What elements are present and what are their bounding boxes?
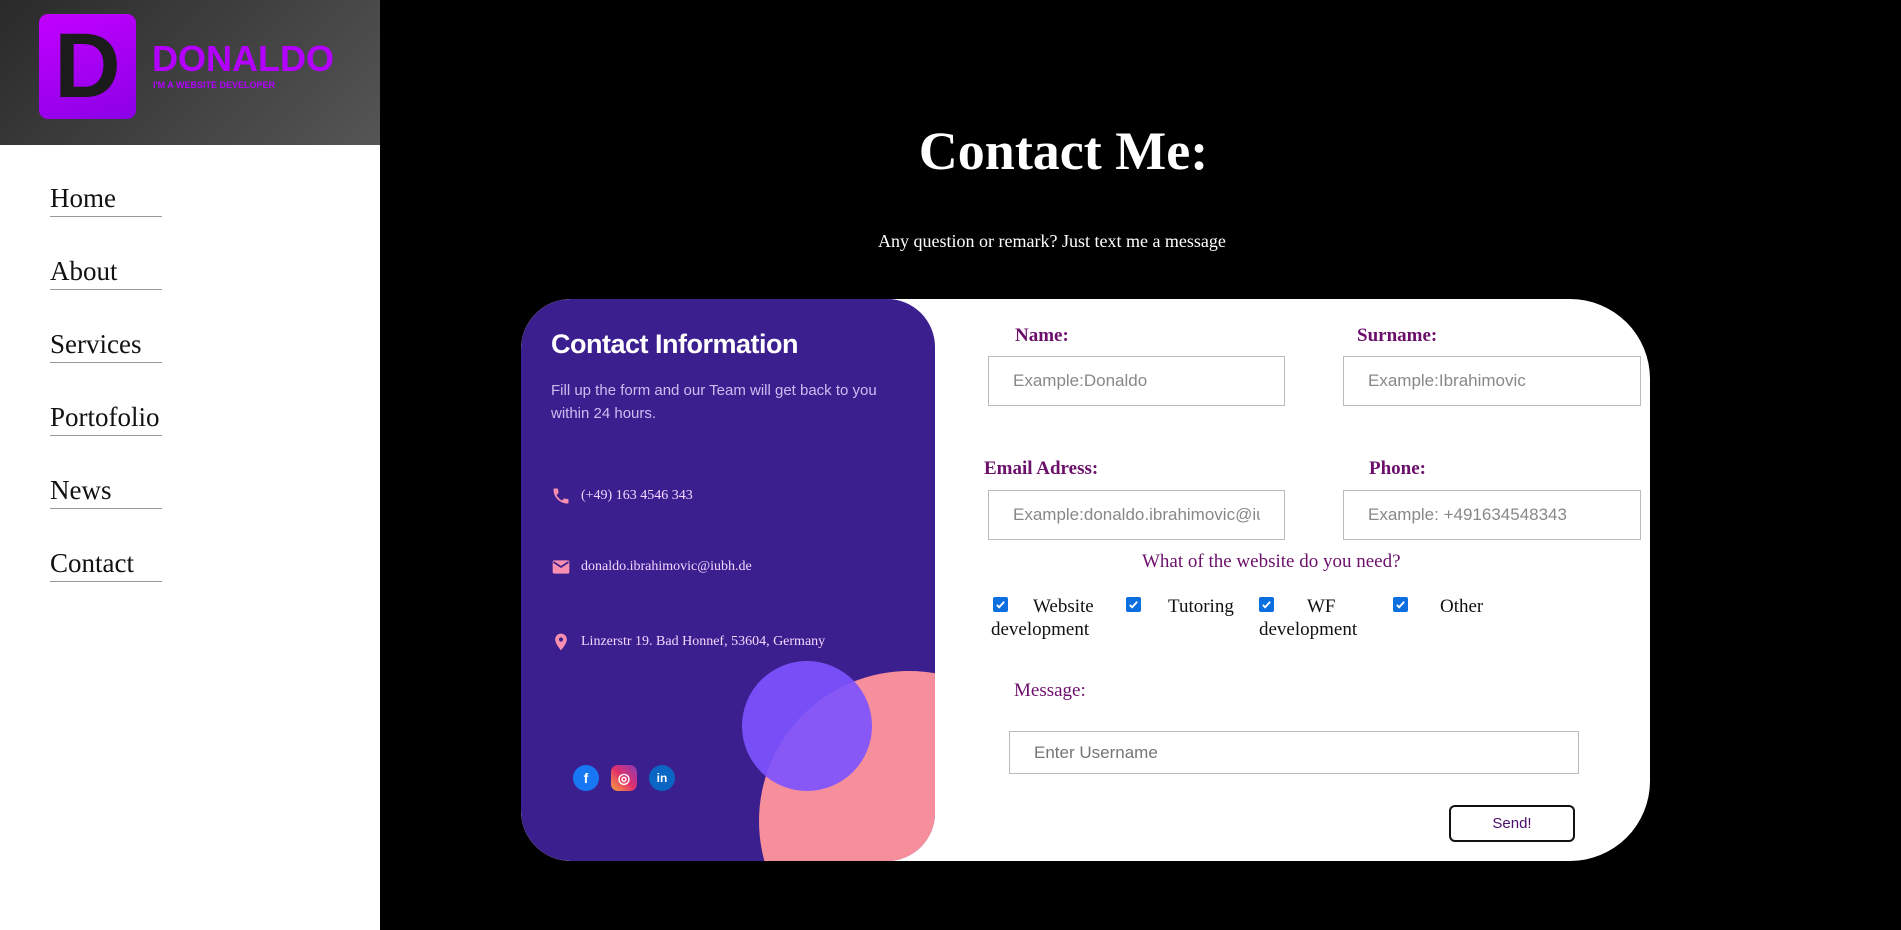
nav-item-about[interactable]: About bbox=[50, 253, 162, 290]
email-text: donaldo.ibrahimovic@iubh.de bbox=[581, 559, 752, 574]
checkbox-checked-icon[interactable] bbox=[1126, 597, 1141, 612]
nav-item-news[interactable]: News bbox=[50, 472, 162, 509]
contact-info-panel: Contact Information Fill up the form and… bbox=[521, 299, 935, 861]
contact-email: donaldo.ibrahimovic@iubh.de bbox=[551, 556, 752, 578]
message-label: Message: bbox=[1014, 680, 1086, 701]
email-label: Email Adress: bbox=[984, 458, 1099, 479]
phone-label: Phone: bbox=[1369, 458, 1426, 479]
facebook-icon[interactable]: f bbox=[573, 765, 599, 791]
contact-info-subtitle: Fill up the form and our Team will get b… bbox=[551, 382, 877, 422]
page-subtitle: Any question or remark? Just text me a m… bbox=[878, 231, 1226, 251]
option-other[interactable]: Other bbox=[1393, 595, 1483, 618]
decorative-violet-circle bbox=[742, 661, 872, 791]
option-website-development[interactable]: Website development bbox=[991, 595, 1123, 641]
phone-text: (+49) 163 4546 343 bbox=[581, 488, 693, 503]
logo-letter: D bbox=[54, 15, 121, 117]
email-input[interactable] bbox=[988, 490, 1285, 540]
mail-icon bbox=[551, 557, 571, 577]
brand-tagline: I'M A WEBSITE DEVELOPER bbox=[153, 80, 275, 90]
phone-input[interactable] bbox=[1343, 490, 1641, 540]
instagram-icon[interactable]: ◎ bbox=[611, 765, 637, 791]
name-input[interactable] bbox=[988, 356, 1285, 406]
address-text: Linzerstr 19. Bad Honnef, 53604, Germany bbox=[581, 634, 826, 649]
page-title: Contact Me: bbox=[918, 121, 1209, 181]
contact-info-title: Contact Information bbox=[551, 329, 799, 359]
option-label: WF development bbox=[1259, 596, 1358, 640]
location-pin-icon bbox=[551, 632, 571, 652]
brand-name: DONALDO bbox=[152, 38, 334, 79]
contact-card: Contact Information Fill up the form and… bbox=[521, 299, 1650, 861]
service-question: What of the website do you need? bbox=[1142, 551, 1401, 572]
nav-item-contact[interactable]: Contact bbox=[50, 545, 162, 582]
logo-badge[interactable]: D bbox=[39, 14, 136, 119]
nav-item-home[interactable]: Home bbox=[50, 180, 162, 217]
send-button[interactable]: Send! bbox=[1449, 805, 1575, 842]
nav-item-services[interactable]: Services bbox=[50, 326, 162, 363]
option-label: Website development bbox=[991, 596, 1094, 640]
option-wf-development[interactable]: WF development bbox=[1259, 595, 1374, 641]
social-links: f ◎ in bbox=[573, 765, 675, 791]
checkbox-checked-icon[interactable] bbox=[1393, 597, 1408, 612]
main-nav: Home About Services Portofolio News Cont… bbox=[50, 180, 162, 618]
contact-address: Linzerstr 19. Bad Honnef, 53604, Germany bbox=[551, 631, 825, 653]
option-label: Other bbox=[1440, 596, 1484, 617]
option-label: Tutoring bbox=[1168, 596, 1234, 617]
contact-phone: (+49) 163 4546 343 bbox=[551, 485, 693, 507]
linkedin-icon[interactable]: in bbox=[649, 765, 675, 791]
message-input[interactable] bbox=[1009, 731, 1579, 774]
option-tutoring[interactable]: Tutoring bbox=[1126, 595, 1234, 618]
name-label: Name: bbox=[1015, 325, 1069, 346]
surname-input[interactable] bbox=[1343, 356, 1641, 406]
surname-label: Surname: bbox=[1357, 325, 1438, 346]
nav-item-portofolio[interactable]: Portofolio bbox=[50, 399, 162, 436]
phone-icon bbox=[551, 486, 571, 506]
